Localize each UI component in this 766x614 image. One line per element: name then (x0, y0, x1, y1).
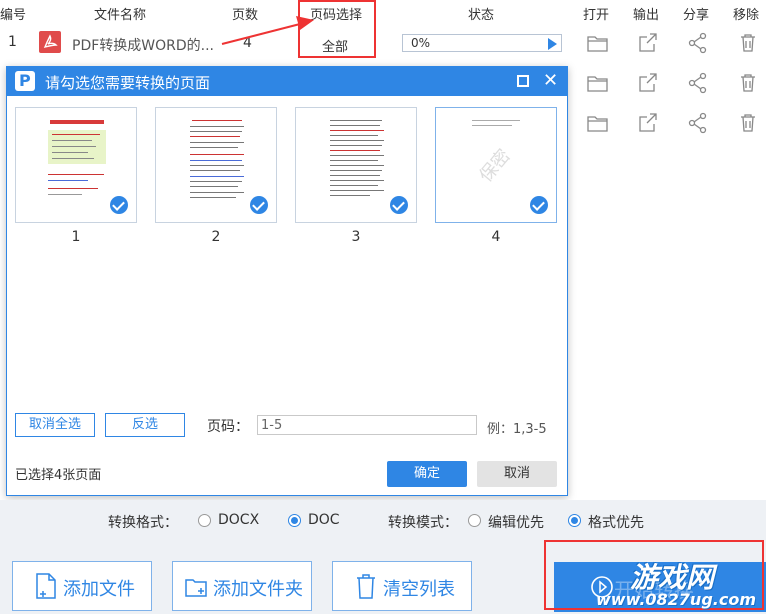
radio-doc[interactable] (288, 514, 301, 527)
page-select-dialog: P 请勾选您需要转换的页面 ✕ 1 2 3 保密 4 取消全选 反选 页码： 1… (6, 66, 568, 496)
trash-icon[interactable] (736, 111, 760, 135)
table-header: 编号 文件名称 页数 页码选择 状态 打开 输出 分享 移除 (0, 0, 766, 24)
progress-value: 0% (411, 36, 431, 50)
options-bar: 转换格式： DOCX DOC 转换模式： 编辑优先 格式优先 (0, 500, 766, 540)
header-open: 打开 (583, 8, 610, 23)
annotation-arrow (221, 16, 314, 45)
play-icon[interactable] (548, 38, 557, 50)
trash-icon[interactable] (736, 71, 760, 95)
add-folder-icon (185, 579, 207, 597)
radio-edit-priority[interactable] (468, 514, 481, 527)
page-preview: 保密 (464, 112, 530, 218)
checked-icon[interactable] (390, 196, 408, 214)
header-share: 分享 (683, 8, 710, 23)
header-filename: 文件名称 (94, 8, 147, 23)
open-folder-icon[interactable] (586, 71, 610, 95)
open-folder-icon[interactable] (586, 111, 610, 135)
export-icon[interactable] (636, 71, 660, 95)
watermark-url: www.0827ug.com (596, 590, 756, 609)
format-label: 转换格式： (108, 515, 178, 531)
page-number: 3 (351, 229, 361, 245)
share-icon[interactable] (686, 111, 710, 135)
site-watermark: 游戏网 www.0827ug.com (590, 556, 766, 614)
dialog-title: 请勾选您需要转换的页面 (45, 74, 211, 92)
row-filename[interactable]: PDF转换成WORD的... (72, 35, 214, 55)
page-label: 页码： (207, 419, 249, 435)
app-logo-icon: P (15, 71, 35, 91)
add-file-label: 添加文件 (63, 579, 135, 600)
invert-selection-button[interactable]: 反选 (105, 413, 185, 437)
format-option-doc[interactable]: DOC (308, 512, 340, 528)
ok-button[interactable]: 确定 (387, 461, 467, 487)
header-export: 输出 (633, 8, 660, 23)
cancel-button[interactable]: 取消 (477, 461, 557, 487)
selected-count: 已选择4张页面 (15, 468, 102, 483)
page-preview (324, 112, 390, 218)
page-number: 1 (71, 229, 81, 245)
share-icon[interactable] (686, 71, 710, 95)
page-thumbnail-3[interactable] (295, 107, 417, 223)
add-file-button[interactable]: 添加文件 (12, 561, 152, 611)
page-preview (184, 112, 250, 218)
page-number: 4 (491, 229, 501, 245)
page-number: 2 (211, 229, 221, 245)
add-file-icon (36, 573, 56, 599)
page-thumbnail-4[interactable]: 保密 (435, 107, 557, 223)
trash-icon[interactable] (736, 31, 760, 55)
maximize-icon[interactable] (517, 75, 529, 87)
mode-option-edit[interactable]: 编辑优先 (488, 512, 544, 532)
radio-format-priority[interactable] (568, 514, 581, 527)
radio-docx[interactable] (198, 514, 211, 527)
page-preview (44, 112, 110, 218)
close-icon[interactable]: ✕ (543, 71, 558, 91)
format-option-docx[interactable]: DOCX (218, 512, 259, 528)
open-folder-icon[interactable] (586, 31, 610, 55)
page-thumbnail-1[interactable] (15, 107, 137, 223)
add-folder-label: 添加文件夹 (213, 579, 303, 600)
page-range-example: 例：1,3-5 (487, 422, 547, 437)
trash-icon (357, 574, 375, 599)
page-watermark: 保密 (475, 145, 515, 187)
checked-icon[interactable] (110, 196, 128, 214)
deselect-all-button[interactable]: 取消全选 (15, 413, 95, 437)
pdf-icon (38, 30, 62, 54)
clear-list-label: 清空列表 (383, 579, 455, 600)
mode-option-format[interactable]: 格式优先 (588, 512, 644, 532)
page-thumbnail-2[interactable] (155, 107, 277, 223)
row-index: 1 (8, 34, 17, 50)
page-range-input[interactable] (257, 415, 477, 435)
mode-label: 转换模式： (388, 515, 458, 531)
checked-icon[interactable] (530, 196, 548, 214)
header-remove: 移除 (733, 8, 760, 23)
checked-icon[interactable] (250, 196, 268, 214)
header-index: 编号 (0, 8, 27, 23)
export-icon[interactable] (636, 31, 660, 55)
export-icon[interactable] (636, 111, 660, 135)
dialog-titlebar: P 请勾选您需要转换的页面 ✕ (7, 67, 567, 96)
header-status: 状态 (468, 8, 495, 23)
share-icon[interactable] (686, 31, 710, 55)
progress-bar: 0% (402, 34, 562, 52)
add-folder-button[interactable]: 添加文件夹 (172, 561, 312, 611)
clear-list-button[interactable]: 清空列表 (332, 561, 472, 611)
